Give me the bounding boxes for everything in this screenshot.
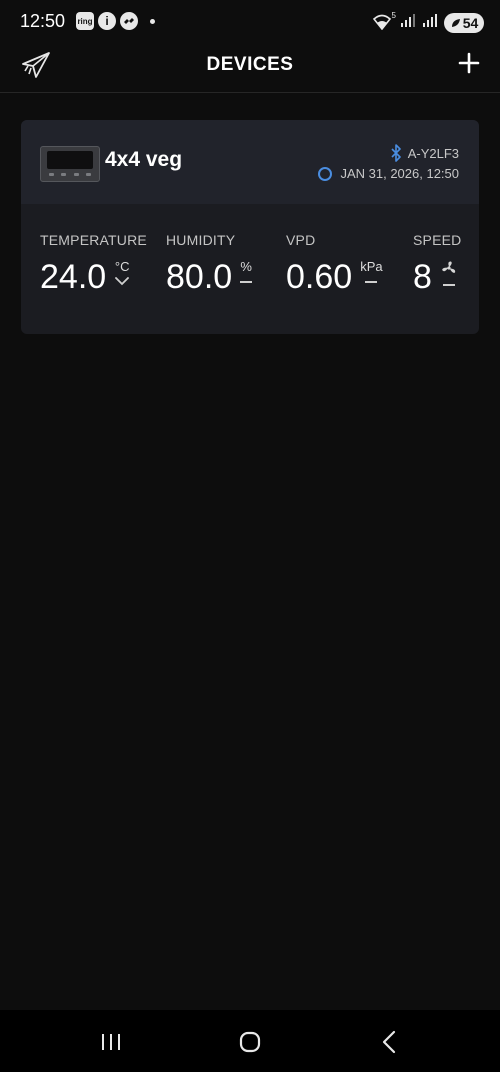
- metric-value: 24.0: [40, 258, 107, 296]
- metric-unit: °C: [114, 259, 130, 274]
- device-card[interactable]: 4x4 veg A-Y2LF3 JAN 31, 2026, 12:50 TEMP…: [21, 120, 479, 334]
- devices-screen: 12:50 ring i 5 54 DEVICES 4x4 veg A-Y2LF…: [0, 0, 500, 1072]
- status-ring-icon: [318, 166, 333, 181]
- metric-label: HUMIDITY: [166, 232, 236, 248]
- metric-unit: %: [240, 259, 252, 274]
- system-nav-bar: [0, 1010, 500, 1072]
- signal-icon: [400, 12, 416, 33]
- metric-value: 8: [413, 258, 432, 296]
- recents-icon: [102, 1034, 120, 1050]
- status-time: 12:50: [20, 11, 66, 31]
- metric-value: 80.0: [166, 258, 233, 296]
- dash-icon: [240, 281, 253, 283]
- dash-icon: [365, 281, 378, 283]
- chevron-down-icon: [115, 277, 130, 286]
- status-bar: 12:50 ring i 5 54: [0, 0, 500, 44]
- bluetooth-status: A-Y2LF3: [390, 144, 459, 162]
- metric-value: 0.60: [286, 258, 353, 296]
- info-icon: i: [98, 12, 116, 30]
- metric-vpd: VPD 0.60 kPa: [286, 232, 383, 294]
- bluetooth-icon: [391, 144, 401, 162]
- dash-icon: [442, 284, 455, 286]
- system-icons: 5 54: [372, 10, 484, 33]
- wifi-icon: 5: [372, 10, 396, 32]
- device-name: 4x4 veg: [105, 148, 183, 171]
- metric-humidity: HUMIDITY 80.0 %: [166, 232, 253, 294]
- metric-label: SPEED: [413, 232, 462, 248]
- messenger-icon: [120, 12, 138, 30]
- back-button[interactable]: [376, 1028, 404, 1056]
- metric-label: TEMPERATURE: [40, 232, 147, 248]
- signal-icon: [422, 12, 438, 33]
- app-header: DEVICES: [0, 44, 500, 93]
- device-card-header: 4x4 veg A-Y2LF3 JAN 31, 2026, 12:50: [21, 120, 479, 204]
- notification-icons: ring i: [76, 12, 155, 30]
- battery-level: 54: [462, 14, 479, 31]
- metric-unit: kPa: [360, 259, 383, 274]
- plus-icon: [458, 52, 480, 74]
- more-notifications-dot: [150, 18, 155, 24]
- home-button[interactable]: [236, 1028, 264, 1056]
- controller-thumbnail: [40, 146, 100, 182]
- ring-app-icon: ring: [76, 12, 94, 30]
- page-title: DEVICES: [206, 54, 294, 75]
- recents-button[interactable]: [98, 1028, 126, 1056]
- bluetooth-id: A-Y2LF3: [407, 145, 459, 161]
- home-icon: [239, 1031, 261, 1053]
- fan-icon: [442, 261, 456, 273]
- add-device-button[interactable]: [458, 52, 480, 74]
- metric-label: VPD: [286, 232, 316, 248]
- back-icon: [382, 1030, 396, 1054]
- last-update-time: JAN 31, 2026, 12:50: [340, 166, 459, 181]
- metric-temperature: TEMPERATURE 24.0 °C: [40, 232, 147, 294]
- wifi-badge: 5: [391, 10, 396, 20]
- battery-indicator: 54: [444, 12, 484, 33]
- last-update: JAN 31, 2026, 12:50: [318, 166, 459, 181]
- metric-speed: SPEED 8: [413, 232, 462, 294]
